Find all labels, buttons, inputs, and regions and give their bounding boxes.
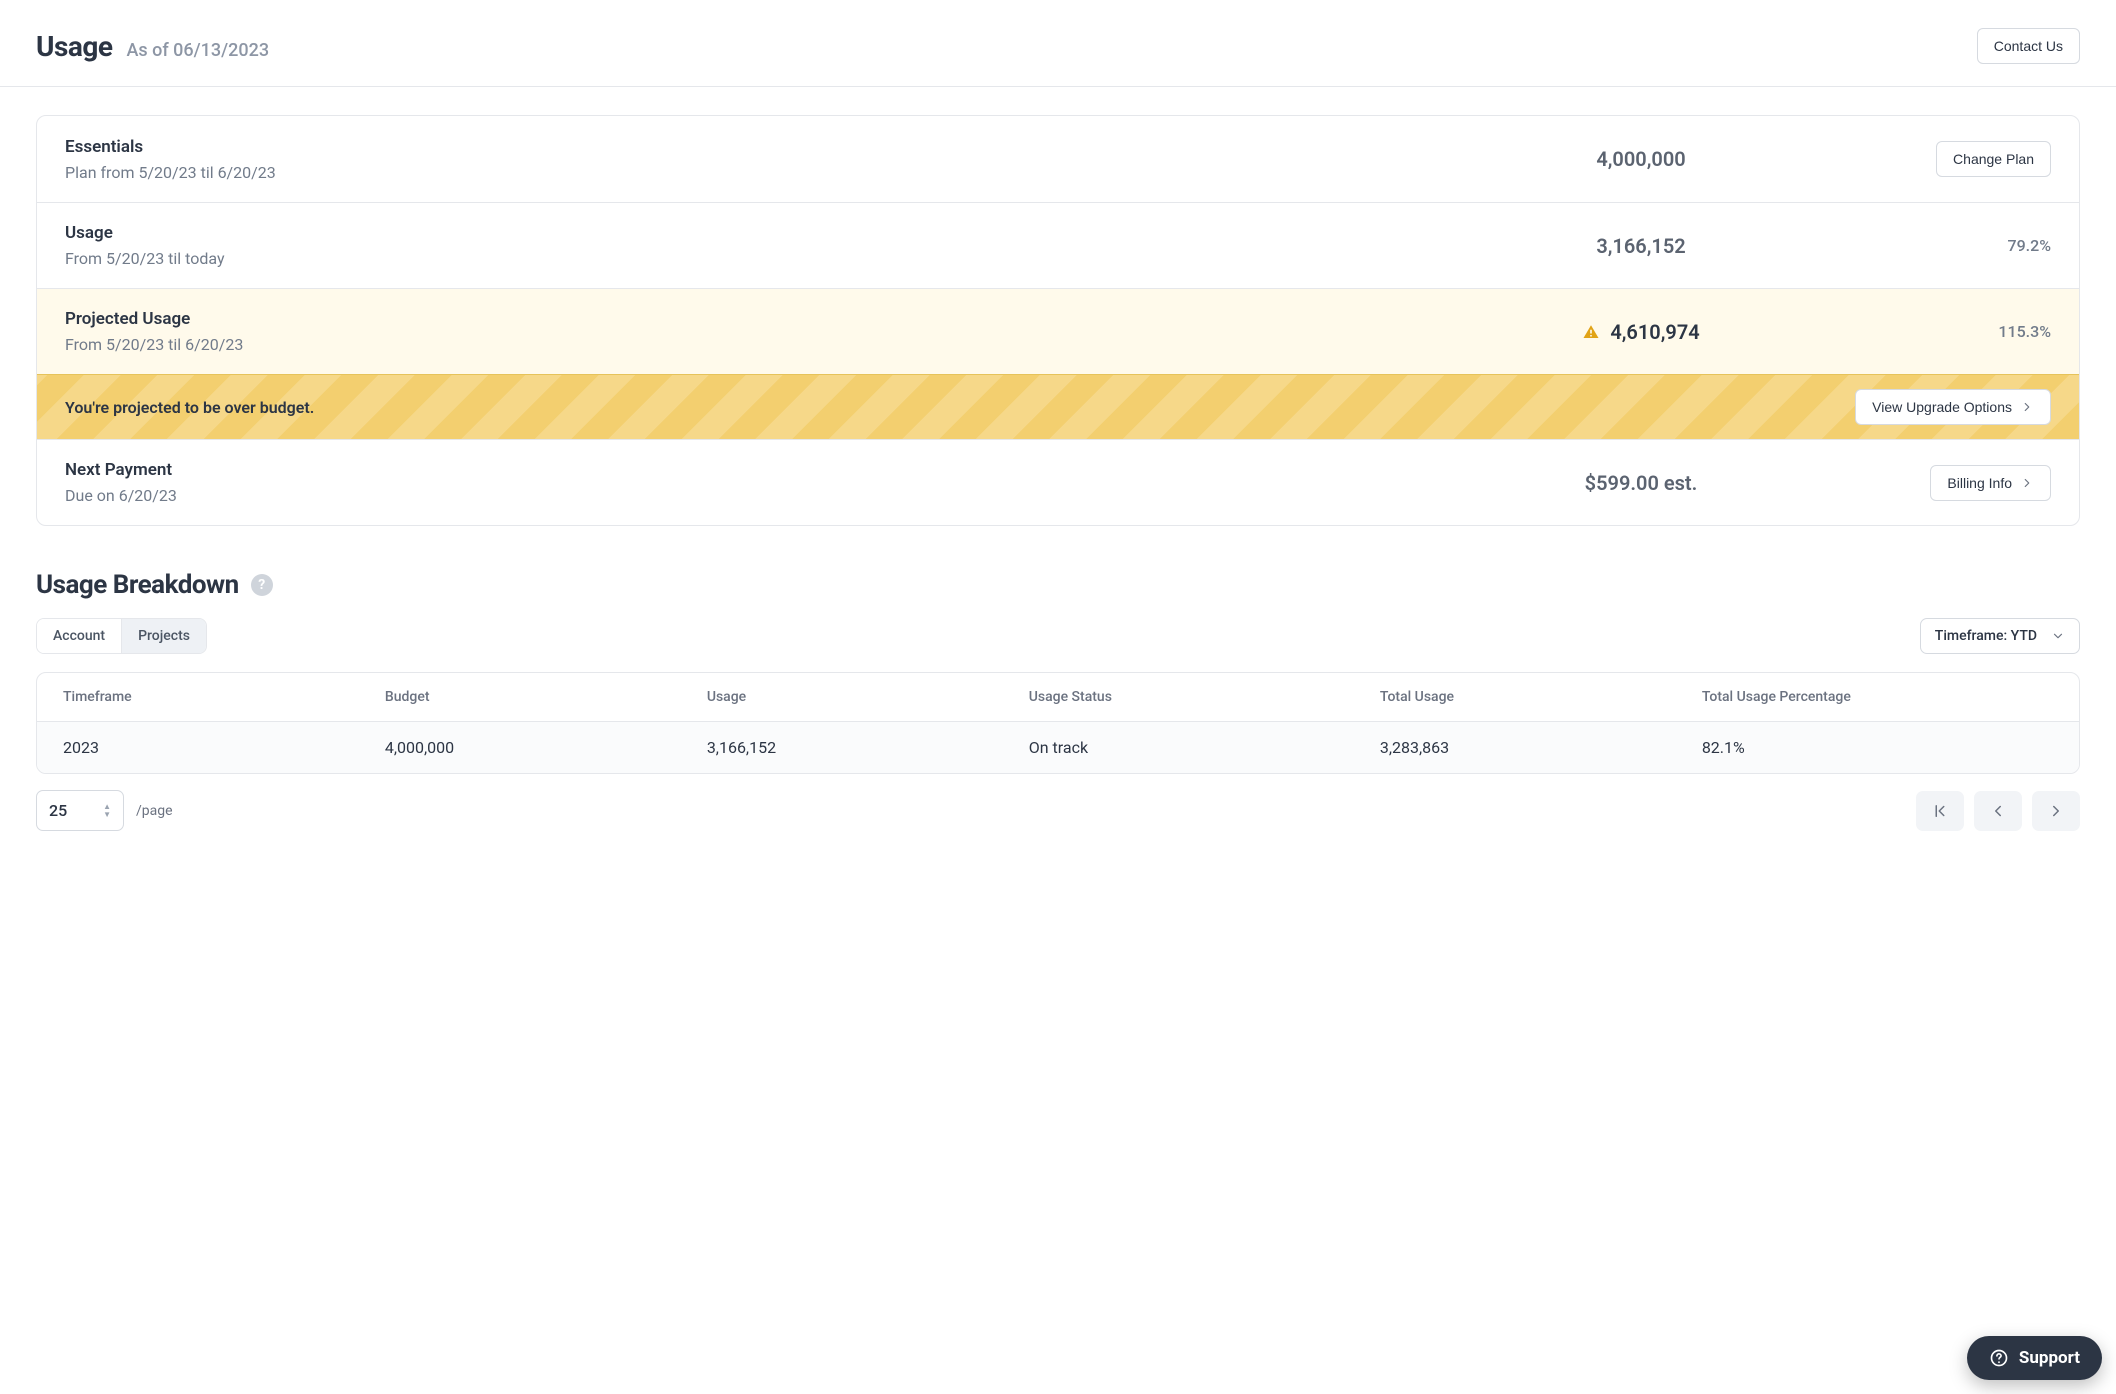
contact-us-button[interactable]: Contact Us <box>1977 28 2080 64</box>
projected-row: Projected Usage From 5/20/23 til 6/20/23… <box>37 288 2079 374</box>
cell-budget: 4,000,000 <box>385 738 707 757</box>
next-payment-sub: Due on 6/20/23 <box>65 486 1511 505</box>
essentials-right: Change Plan <box>1771 141 2051 177</box>
page-header-left: Usage As of 06/13/2023 <box>36 30 269 63</box>
col-usage: Usage <box>707 689 1029 705</box>
view-upgrade-options-label: View Upgrade Options <box>1872 399 2012 415</box>
over-budget-text: You're projected to be over budget. <box>65 398 314 417</box>
projected-title: Projected Usage <box>65 309 1511 329</box>
projected-center: 4,610,974 <box>1511 320 1771 344</box>
table-row: 2023 4,000,000 3,166,152 On track 3,283,… <box>37 722 2079 773</box>
support-icon <box>1989 1348 2009 1368</box>
content: Essentials Plan from 5/20/23 til 6/20/23… <box>0 87 2116 871</box>
chevron-right-icon <box>2020 400 2034 414</box>
projected-sub: From 5/20/23 til 6/20/23 <box>65 335 1511 354</box>
breakdown-tabs: Account Projects <box>36 618 207 654</box>
tabs-row: Account Projects Timeframe: YTD <box>36 618 2080 654</box>
breakdown-header: Usage Breakdown ? <box>36 570 2080 600</box>
plan-summary-card: Essentials Plan from 5/20/23 til 6/20/23… <box>36 115 2080 526</box>
page-subtitle: As of 06/13/2023 <box>126 40 269 61</box>
usage-left: Usage From 5/20/23 til today <box>65 223 1511 268</box>
pager: 25 ▲▼ /page <box>36 790 2080 831</box>
page-header: Usage As of 06/13/2023 Contact Us <box>0 0 2116 87</box>
page-size-select[interactable]: 25 ▲▼ <box>36 790 124 831</box>
cell-usage: 3,166,152 <box>707 738 1029 757</box>
usage-sub: From 5/20/23 til today <box>65 249 1511 268</box>
col-budget: Budget <box>385 689 707 705</box>
page-size-label: /page <box>136 803 173 819</box>
essentials-left: Essentials Plan from 5/20/23 til 6/20/23 <box>65 137 1511 182</box>
usage-percent: 79.2% <box>1771 236 2051 255</box>
next-payment-left: Next Payment Due on 6/20/23 <box>65 460 1511 505</box>
warning-icon <box>1582 323 1600 341</box>
billing-info-label: Billing Info <box>1947 475 2012 491</box>
cell-usage-status: On track <box>1029 738 1380 757</box>
change-plan-label: Change Plan <box>1953 151 2034 167</box>
chevron-right-icon <box>2020 476 2034 490</box>
pager-prev-button[interactable] <box>1974 791 2022 831</box>
page-size-value: 25 <box>49 801 67 820</box>
chevron-right-icon <box>2047 802 2065 820</box>
col-total-usage: Total Usage <box>1380 689 1702 705</box>
col-total-usage-pct: Total Usage Percentage <box>1702 689 2053 705</box>
essentials-sub: Plan from 5/20/23 til 6/20/23 <box>65 163 1511 182</box>
cell-total-usage: 3,283,863 <box>1380 738 1702 757</box>
pager-left: 25 ▲▼ /page <box>36 790 173 831</box>
pager-first-button[interactable] <box>1916 791 1964 831</box>
usage-value: 3,166,152 <box>1511 234 1771 258</box>
next-payment-right: Billing Info <box>1771 465 2051 501</box>
usage-row: Usage From 5/20/23 til today 3,166,152 7… <box>37 202 2079 288</box>
table-header: Timeframe Budget Usage Usage Status Tota… <box>37 673 2079 722</box>
essentials-value: 4,000,000 <box>1511 147 1771 171</box>
support-button[interactable]: Support <box>1967 1336 2102 1380</box>
chevron-left-icon <box>1989 802 2007 820</box>
next-payment-value: $599.00 est. <box>1511 471 1771 495</box>
timeframe-label: Timeframe: YTD <box>1935 628 2037 644</box>
cell-total-usage-pct: 82.1% <box>1702 738 2053 757</box>
billing-info-button[interactable]: Billing Info <box>1930 465 2051 501</box>
page-title: Usage <box>36 30 112 63</box>
pager-next-button[interactable] <box>2032 791 2080 831</box>
essentials-title: Essentials <box>65 137 1511 157</box>
change-plan-button[interactable]: Change Plan <box>1936 141 2051 177</box>
projected-left: Projected Usage From 5/20/23 til 6/20/23 <box>65 309 1511 354</box>
timeframe-select[interactable]: Timeframe: YTD <box>1920 618 2080 654</box>
cell-timeframe: 2023 <box>63 738 385 757</box>
breakdown-table: Timeframe Budget Usage Usage Status Tota… <box>36 672 2080 774</box>
stepper-icon: ▲▼ <box>103 803 111 819</box>
usage-title: Usage <box>65 223 1511 243</box>
tab-account[interactable]: Account <box>37 619 121 653</box>
next-payment-title: Next Payment <box>65 460 1511 480</box>
projected-value: 4,610,974 <box>1610 320 1699 344</box>
contact-us-label: Contact Us <box>1994 38 2063 54</box>
essentials-row: Essentials Plan from 5/20/23 til 6/20/23… <box>37 116 2079 202</box>
tab-projects[interactable]: Projects <box>121 619 206 653</box>
col-usage-status: Usage Status <box>1029 689 1380 705</box>
pager-right <box>1916 791 2080 831</box>
chevron-down-icon <box>2051 629 2065 643</box>
support-label: Support <box>2019 1348 2080 1368</box>
next-payment-row: Next Payment Due on 6/20/23 $599.00 est.… <box>37 439 2079 525</box>
view-upgrade-options-button[interactable]: View Upgrade Options <box>1855 389 2051 425</box>
breakdown-title: Usage Breakdown <box>36 570 239 600</box>
projected-percent: 115.3% <box>1771 322 2051 341</box>
col-timeframe: Timeframe <box>63 689 385 705</box>
help-icon[interactable]: ? <box>251 574 273 596</box>
over-budget-banner: You're projected to be over budget. View… <box>37 374 2079 439</box>
first-page-icon <box>1931 802 1949 820</box>
